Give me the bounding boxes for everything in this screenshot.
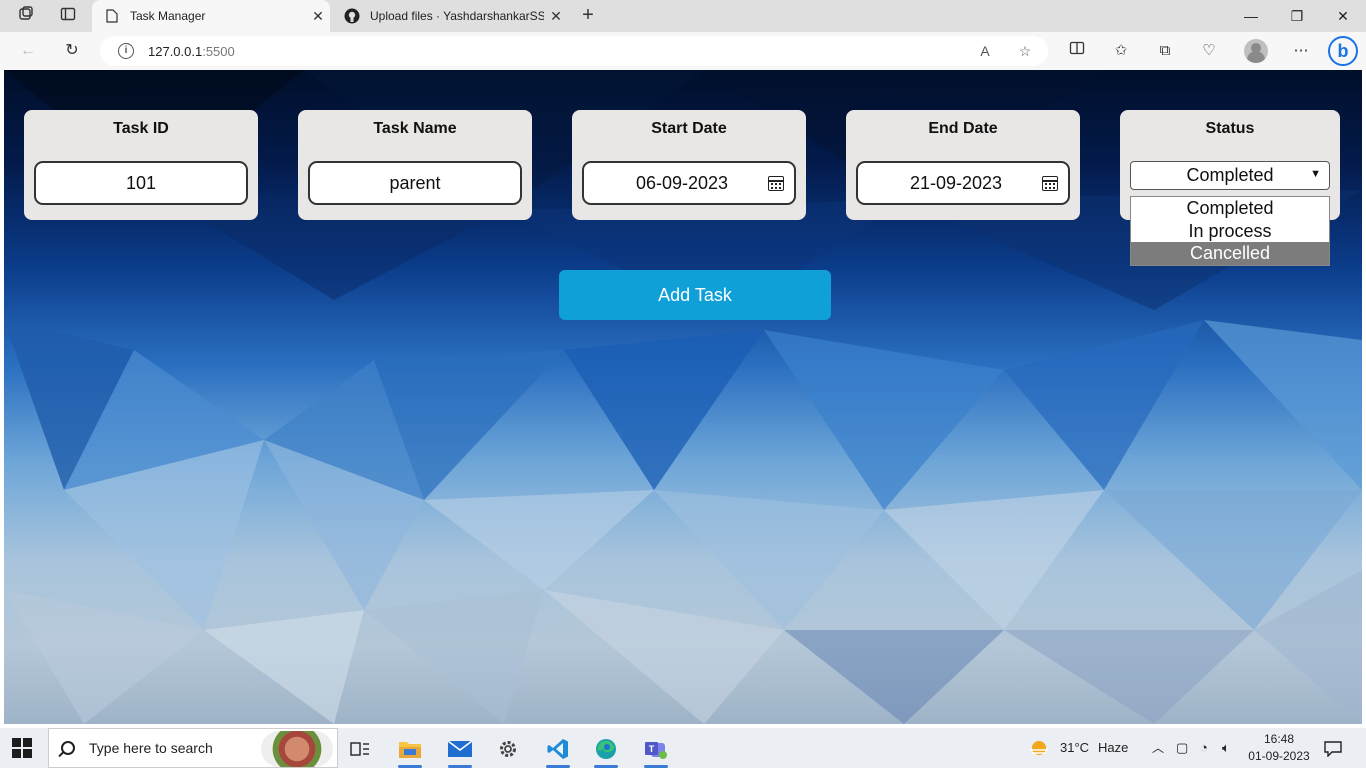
calendar-icon[interactable] — [768, 176, 784, 191]
favorites-icon[interactable]: ✩ — [1110, 40, 1132, 62]
vscode-icon[interactable] — [538, 732, 578, 768]
end-date-value: 21-09-2023 — [909, 172, 1003, 193]
notifications-icon[interactable] — [1324, 728, 1342, 768]
windows-taskbar: Type here to search T 31°C Haze ︿ ▢ ◔ 🔈︎… — [0, 728, 1366, 768]
status-selected-value: Completed — [1186, 165, 1274, 185]
restore-icon[interactable]: ❐ — [1274, 0, 1320, 32]
browser-tab-strip: Task Manager ✕ Upload files · Yashdarsha… — [0, 0, 1366, 32]
taskbar-search-box[interactable]: Type here to search — [48, 728, 338, 768]
status-option-in-process[interactable]: In process — [1131, 220, 1329, 243]
close-tab-icon[interactable]: ✕ — [544, 8, 568, 25]
status-dropdown-list: Completed In process Cancelled — [1130, 196, 1330, 266]
page-viewport: Task ID 101 Task Name parent Start Date … — [4, 70, 1362, 724]
browser-toolbar: ← ↻ i 127.0.0.1:5500 A ☆ ✩ ⧉ ♡ ⋯ b — [0, 32, 1366, 70]
mail-icon[interactable] — [440, 732, 480, 768]
meet-now-icon[interactable]: ▢ — [1176, 728, 1188, 768]
svg-text:T: T — [649, 744, 655, 754]
weather-condition[interactable]: Haze — [1098, 728, 1128, 768]
url-text: 127.0.0.1:5500 — [148, 43, 235, 59]
more-menu-icon[interactable]: ⋯ — [1290, 40, 1312, 62]
start-date-label: Start Date — [651, 120, 727, 137]
status-option-completed[interactable]: Completed — [1131, 197, 1329, 220]
address-bar[interactable]: i 127.0.0.1:5500 A ☆ — [100, 36, 1048, 66]
wifi-icon[interactable]: ◔ — [1200, 728, 1208, 768]
show-hidden-icons-chevron[interactable]: ︿ — [1152, 728, 1164, 768]
github-icon — [344, 8, 360, 24]
weather-icon[interactable] — [1028, 728, 1050, 768]
read-aloud-icon[interactable]: A — [976, 42, 994, 60]
search-highlight-image — [261, 731, 333, 767]
edge-browser-icon[interactable] — [586, 732, 626, 768]
close-window-icon[interactable]: ✕ — [1320, 0, 1366, 32]
profile-avatar[interactable] — [1244, 39, 1268, 63]
workspaces-icon[interactable] — [16, 6, 36, 26]
close-tab-icon[interactable]: ✕ — [306, 8, 330, 25]
end-date-card: End Date 21-09-2023 — [846, 110, 1080, 220]
task-view-icon[interactable] — [340, 732, 380, 766]
status-select[interactable]: Completed ▼ — [1130, 161, 1330, 190]
vertical-tabs-icon[interactable] — [58, 6, 78, 26]
task-id-input[interactable]: 101 — [34, 161, 248, 205]
start-date-value: 06-09-2023 — [635, 172, 729, 193]
status-label: Status — [1205, 120, 1255, 137]
bing-copilot-icon[interactable]: b — [1328, 36, 1358, 66]
task-id-label: Task ID — [113, 120, 169, 137]
start-date-card: Start Date 06-09-2023 — [572, 110, 806, 220]
browser-essentials-icon[interactable]: ♡ — [1198, 40, 1220, 62]
tab-upload-files[interactable]: Upload files · YashdarshankarSS/ ✕ — [332, 0, 568, 32]
tab-title: Task Manager — [130, 9, 206, 23]
refresh-icon[interactable]: ↻ — [60, 40, 84, 62]
tab-task-manager[interactable]: Task Manager ✕ — [92, 0, 330, 32]
weather-temp[interactable]: 31°C — [1060, 728, 1089, 768]
chevron-down-icon: ▼ — [1310, 168, 1321, 180]
calendar-icon[interactable] — [1042, 176, 1058, 191]
minimize-icon[interactable]: — — [1228, 0, 1274, 32]
collections-icon[interactable]: ⧉ — [1154, 40, 1176, 62]
start-date-input[interactable]: 06-09-2023 — [582, 161, 796, 205]
teams-icon[interactable]: T — [636, 732, 676, 768]
favorite-star-icon[interactable]: ☆ — [1016, 42, 1034, 60]
add-task-button[interactable]: Add Task — [559, 270, 831, 320]
new-tab-button[interactable]: + — [576, 4, 600, 28]
settings-gear-icon[interactable] — [488, 732, 528, 766]
windows-start-icon[interactable] — [12, 738, 32, 758]
tab-title: Upload files · YashdarshankarSS/ — [370, 9, 544, 23]
clock-date: 01-09-2023 — [1248, 749, 1310, 763]
file-explorer-icon[interactable] — [390, 732, 430, 768]
site-info-icon[interactable]: i — [118, 43, 134, 59]
back-icon[interactable]: ← — [16, 40, 40, 62]
task-id-card: Task ID 101 — [24, 110, 258, 220]
search-icon — [61, 741, 75, 755]
taskbar-clock[interactable]: 16:48 01-09-2023 — [1246, 731, 1312, 765]
task-name-card: Task Name parent — [298, 110, 532, 220]
search-placeholder: Type here to search — [89, 740, 213, 756]
volume-icon[interactable]: 🔈︎ — [1222, 728, 1230, 768]
end-date-input[interactable]: 21-09-2023 — [856, 161, 1070, 205]
page-icon — [104, 8, 120, 24]
task-name-input[interactable]: parent — [308, 161, 522, 205]
split-screen-icon[interactable] — [1066, 40, 1088, 62]
clock-time: 16:48 — [1263, 732, 1295, 746]
end-date-label: End Date — [928, 120, 998, 137]
task-name-label: Task Name — [373, 120, 457, 137]
status-option-cancelled[interactable]: Cancelled — [1131, 242, 1329, 265]
